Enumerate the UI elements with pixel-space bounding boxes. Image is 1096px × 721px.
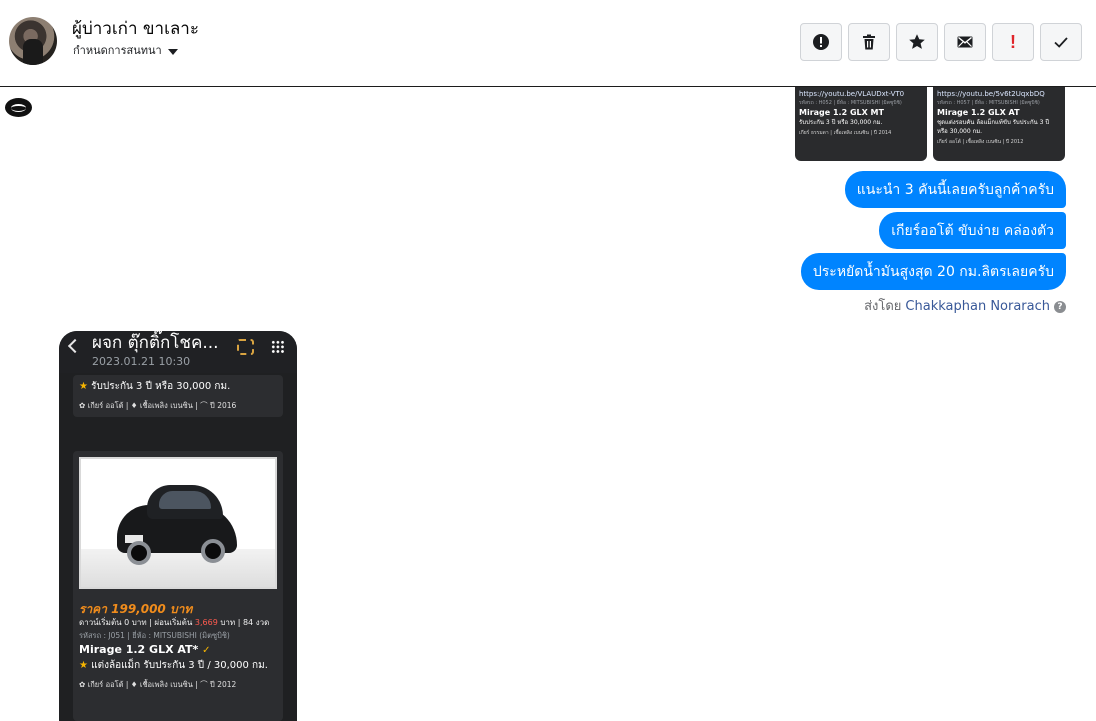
shared-image-2[interactable]: https://youtu.be/5v6t2UqxbDQ รหัสรถ : H0…: [933, 87, 1065, 161]
star-icon: ★: [79, 381, 88, 392]
trash-icon: [863, 34, 875, 50]
conversation-settings[interactable]: กำหนดการสนทนา: [73, 44, 178, 58]
shared-image-1[interactable]: https://youtu.be/VLAUDxt-VT0 รหัสรถ : H0…: [795, 87, 927, 161]
listing-card: ★ รับประกัน 3 ปี หรือ 30,000 กม. ✿ เกียร…: [73, 375, 283, 417]
car-model: Mirage 1.2 GLX MT: [799, 108, 884, 117]
mark-spam-button[interactable]: [800, 23, 842, 61]
car-model: Mirage 1.2 GLX AT* ✓: [79, 642, 277, 659]
page-logo: [5, 98, 32, 117]
car-specs: เกียร์ ออโต้ | เชื้อเพลิง เบนซิน | ปี 20…: [937, 139, 1024, 145]
car-meta: รหัสรถ : J051 | ยี่ห้อ : MITSUBISHI (มิต…: [79, 631, 230, 640]
mark-important-button[interactable]: !: [992, 23, 1034, 61]
conversation-settings-label: กำหนดการสนทนา: [73, 44, 162, 57]
car-warranty: รับประกัน 3 ปี หรือ 30,000 กม.: [91, 381, 231, 392]
monthly-amount: 3,669: [194, 618, 218, 627]
car-meta: รหัสรถ : H052 | ยี่ห้อ : MITSUBISHI (มิต…: [799, 100, 902, 106]
car-meta: รหัสรถ : H057 | ยี่ห้อ : MITSUBISHI (มิต…: [937, 100, 1040, 106]
down-payment-prefix: ดาวน์เริ่มต้น 0 บาท | ผ่อนเริ่มต้น: [79, 618, 195, 627]
translate-icon: [237, 339, 254, 355]
contact-name[interactable]: ผู้บ่าวเก่า ขาเลาะ: [72, 18, 199, 40]
message-bubble[interactable]: เกียร์ออโต้ ขับง่าย คล่องตัว: [879, 212, 1066, 249]
listing-card: ราคา 199,000 บาท ดาวน์เริ่มต้น 0 บาท | ผ…: [73, 451, 283, 721]
chevron-down-icon: [167, 49, 178, 55]
sent-by-label: ส่งโดย: [864, 299, 902, 314]
phone-app-bar: ผจก ตุ๊กติ๊กโชค... 2023.01.21 10:30: [59, 331, 297, 373]
car-price: ราคา 199,000 บาท: [79, 602, 193, 616]
back-arrow-icon: [67, 338, 83, 354]
car-warranty: แต่งล้อแม็ก รับประกัน 3 ปี / 30,000 กม.: [91, 660, 268, 671]
car-specs: ✿ เกียร์ ออโต้ | ♦ เชื้อเพลิง เบนซิน | ⌒…: [79, 401, 237, 410]
car-specs: เกียร์ ธรรมดา | เชื้อเพลิง เบนซิน | ปี 2…: [799, 130, 892, 136]
help-icon[interactable]: ?: [1054, 301, 1066, 313]
important-icon: !: [1010, 32, 1016, 52]
sent-by-info: ส่งโดย Chakkaphan Norarach ?: [864, 298, 1066, 316]
message-bubble[interactable]: แนะนำ 3 คันนี้เลยครับลูกค้าครับ: [844, 171, 1066, 208]
checkmark-icon: [1054, 37, 1068, 48]
star-button[interactable]: [896, 23, 938, 61]
star-icon: ★: [79, 660, 88, 671]
shared-images: https://youtu.be/VLAUDxt-VT0 รหัสรถ : H0…: [795, 87, 1065, 161]
grid-menu-icon: [271, 340, 285, 354]
phone-chat-title: ผจก ตุ๊กติ๊กโชค...: [92, 333, 219, 353]
mark-unread-button[interactable]: [944, 23, 986, 61]
message-bubble[interactable]: ประหยัดน้ำมันสูงสุด 20 กม.ลิตรเลยครับ: [800, 253, 1066, 290]
car-warranty: ชุดแต่งรอบคัน ล้อแม็กแท้ขับ รับประกัน 3 …: [937, 119, 1050, 135]
youtube-link: https://youtu.be/VLAUDxt-VT0: [799, 90, 905, 98]
spam-icon: [813, 34, 829, 50]
star-icon: [909, 34, 925, 49]
incoming-screenshot-image[interactable]: ผจก ตุ๊กติ๊กโชค... 2023.01.21 10:30 ★ รั…: [59, 331, 297, 721]
mail-icon: [957, 36, 973, 48]
car-photo: [79, 457, 277, 589]
conversation-header: ผู้บ่าวเก่า ขาเลาะ กำหนดการสนทนา !: [0, 0, 1096, 87]
toolbar: !: [800, 23, 1082, 61]
car-model-label: Mirage 1.2 GLX AT*: [79, 643, 199, 656]
avatar[interactable]: [9, 17, 57, 65]
car-specs: ✿ เกียร์ ออโต้ | ♦ เชื้อเพลิง เบนซิน | ⌒…: [79, 680, 237, 689]
car-warranty: รับประกัน 3 ปี หรือ 30,000 กม.: [799, 119, 883, 126]
sender-name[interactable]: Chakkaphan Norarach: [905, 298, 1050, 316]
car-model: Mirage 1.2 GLX AT: [937, 108, 1020, 117]
delete-button[interactable]: [848, 23, 890, 61]
verified-icon: ✓: [202, 645, 211, 656]
phone-timestamp: 2023.01.21 10:30: [92, 355, 191, 368]
down-payment-suffix: บาท | 84 งวด: [217, 618, 270, 627]
down-payment: ดาวน์เริ่มต้น 0 บาท | ผ่อนเริ่มต้น 3,669…: [79, 617, 277, 628]
youtube-link: https://youtu.be/5v6t2UqxbDQ: [937, 90, 1045, 98]
outgoing-messages: แนะนำ 3 คันนี้เลยครับลูกค้าครับ เกียร์ออ…: [800, 171, 1066, 290]
mark-done-button[interactable]: [1040, 23, 1082, 61]
